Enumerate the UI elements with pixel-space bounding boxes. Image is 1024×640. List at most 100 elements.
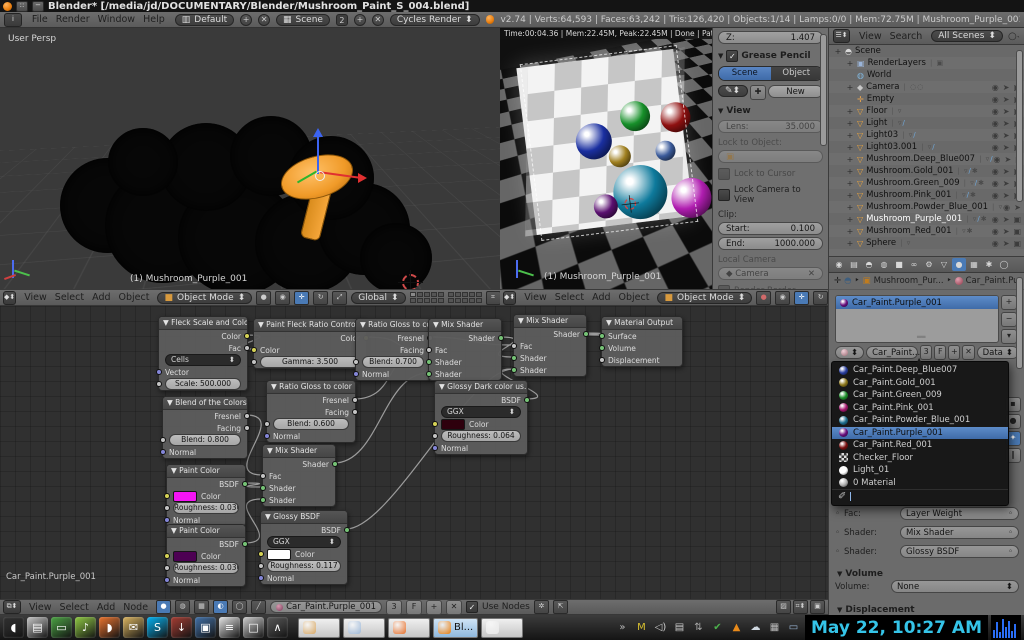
properties-tab-render-layers[interactable]: ▤: [847, 258, 861, 271]
launcher-screenshot[interactable]: ▣: [195, 617, 216, 638]
input-socket[interactable]: [432, 433, 438, 439]
input-socket[interactable]: [260, 485, 266, 491]
blender-window[interactable]: Bl...: [433, 618, 478, 638]
input-socket[interactable]: [599, 333, 605, 339]
outliner-item-mushroom.gold_001[interactable]: +▽Mushroom.Gold_001| ▿/✱◉➤▣: [829, 165, 1024, 177]
mushroom-mesh-blob[interactable]: [360, 223, 432, 289]
render-pivot-button[interactable]: ◉: [775, 291, 790, 305]
menu-node[interactable]: Node: [119, 602, 152, 613]
input-socket[interactable]: [251, 359, 257, 365]
node-fleck-scale-and-color[interactable]: ▼ Fleck Scale and ColorColorFacCells⬍Vec…: [158, 316, 248, 391]
menu-view[interactable]: View: [855, 31, 886, 42]
selectability-icon[interactable]: ➤: [1003, 143, 1010, 152]
visibility-icon[interactable]: ◉: [992, 239, 999, 248]
selectability-icon[interactable]: ➤: [1003, 227, 1010, 236]
snap-button[interactable]: ⌗: [486, 291, 501, 305]
material-unlink-button[interactable]: ✕: [962, 345, 974, 360]
volume-panel-header[interactable]: ▼Volume: [837, 569, 883, 579]
value-slider[interactable]: Roughness: 0.030: [173, 562, 239, 574]
visibility-icon[interactable]: ◉: [992, 107, 999, 116]
value-slider[interactable]: Blend: 0.800: [169, 434, 241, 446]
node-blend-of-the-colors[interactable]: ▼ Blend of the ColorsFresnelFacingBlend:…: [162, 396, 248, 459]
properties-tab-constraints[interactable]: ∞: [907, 258, 921, 271]
selectability-icon[interactable]: ➤: [1003, 119, 1010, 128]
layout-delete-button[interactable]: ✕: [258, 14, 270, 26]
input-socket[interactable]: [251, 347, 257, 353]
outliner-item-light[interactable]: +▽Light| ▿/◉➤▣: [829, 117, 1024, 129]
input-socket[interactable]: [426, 359, 432, 365]
node-mix-shader[interactable]: ▼ Mix ShaderShaderFacShaderShader: [428, 318, 502, 381]
dropdown-item-light_01[interactable]: Light_01: [832, 464, 1008, 477]
node-material-fake[interactable]: F: [406, 600, 422, 615]
material-add-button[interactable]: +: [948, 345, 960, 360]
input-socket[interactable]: [599, 357, 605, 363]
launcher-window-app[interactable]: □: [243, 617, 264, 638]
scene-users-count[interactable]: 2: [336, 14, 348, 26]
launcher-mail[interactable]: ✉: [123, 617, 144, 638]
node-arrange-button[interactable]: ⇱: [553, 600, 568, 614]
visibility-icon[interactable]: ◉: [992, 215, 999, 224]
menu-render[interactable]: Render: [52, 14, 94, 25]
color-swatch[interactable]: [267, 549, 291, 560]
outliner-item-mushroom_purple_001[interactable]: +▽Mushroom_Purple_001| ▿/✱◉➤▣: [829, 213, 1024, 225]
tray-weather[interactable]: ☁: [747, 619, 764, 636]
visibility-icon[interactable]: ◉: [992, 167, 999, 176]
firefox-window[interactable]: [388, 618, 430, 638]
menu-view[interactable]: View: [20, 292, 51, 303]
node-paint-fleck-ratio-control[interactable]: ▼ Paint Fleck Ratio ControlColorColorGam…: [253, 318, 367, 369]
input-socket[interactable]: [511, 343, 517, 349]
outliner-item-mushroom_red_001[interactable]: +▽Mushroom_Red_001| ▿✱◉➤▣: [829, 225, 1024, 237]
input-socket[interactable]: [164, 517, 170, 523]
manipulator-scale-button[interactable]: ⤢: [332, 291, 347, 305]
shader-type-lineart-button[interactable]: ▦: [194, 600, 209, 614]
image-viewer-window[interactable]: [298, 618, 340, 638]
menu-select[interactable]: Select: [51, 292, 88, 303]
node-paint-color[interactable]: ▼ Paint ColorBSDFColorRoughness: 0.030No…: [166, 464, 246, 527]
tray-vlc[interactable]: ▲: [728, 619, 745, 636]
tab-scene[interactable]: Scene: [719, 67, 771, 80]
node-editor[interactable]: ▼ Fleck Scale and ColorColorFacCells⬍Vec…: [0, 306, 828, 599]
document-window[interactable]: [481, 618, 523, 638]
node-shading-sphere[interactable]: ◯: [232, 600, 247, 614]
output-socket[interactable]: [242, 541, 248, 547]
visibility-icon[interactable]: ◉: [992, 95, 999, 104]
output-socket[interactable]: [244, 345, 250, 351]
taskbar-clock[interactable]: May 22, 10:27 AM: [805, 615, 988, 640]
input-socket[interactable]: [164, 493, 170, 499]
input-socket[interactable]: [599, 345, 605, 351]
menu-object[interactable]: Object: [615, 292, 654, 303]
visibility-icon[interactable]: ◉: [992, 227, 999, 236]
output-socket[interactable]: [524, 397, 530, 403]
screen-layout-field[interactable]: ▥Default: [175, 14, 234, 26]
selectability-icon[interactable]: ➤: [1014, 203, 1021, 212]
menu-add[interactable]: Add: [93, 602, 119, 613]
surface-select-1[interactable]: Mix Shader◦: [900, 526, 1019, 539]
selectability-icon[interactable]: ➤: [1003, 179, 1010, 188]
scene-field[interactable]: ▦Scene: [276, 14, 330, 26]
render-viewport-editor-icon[interactable]: ◆⬍: [503, 291, 516, 305]
node-paint-color[interactable]: ▼ Paint ColorBSDFColorRoughness: 0.030No…: [166, 524, 246, 587]
render-shading-button[interactable]: ●: [756, 291, 771, 305]
viewport-shading-button[interactable]: ●: [256, 291, 271, 305]
clip-start-slider[interactable]: Start:0.100: [718, 222, 823, 235]
dropdown-item-car_paint.gold_001[interactable]: Car_Paint.Gold_001: [832, 377, 1008, 390]
material-fake-user-button[interactable]: F: [934, 345, 946, 360]
node-enum-menu[interactable]: GGX⬍: [441, 406, 521, 418]
visibility-icon[interactable]: ◉: [994, 155, 1001, 164]
renderability-icon[interactable]: ▣: [1013, 215, 1021, 224]
node-editor-icon[interactable]: ⧉⬍: [3, 600, 21, 614]
node-mix-shader[interactable]: ▼ Mix ShaderShaderFacShaderShader: [513, 314, 587, 377]
menu-view[interactable]: View: [25, 602, 56, 613]
transform-orientation-select[interactable]: Global⬍: [351, 292, 405, 304]
outliner-item-light03[interactable]: +▽Light03| ▿/◉➤▣: [829, 129, 1024, 141]
value-slider[interactable]: Gamma: 3.500: [260, 356, 360, 368]
view-panel-header[interactable]: ▼View: [718, 106, 823, 116]
n-panel-scrollbar[interactable]: [820, 34, 827, 146]
grease-pencil-new-button[interactable]: New: [768, 85, 823, 98]
selectability-icon[interactable]: ➤: [1003, 83, 1010, 92]
outliner-editor-icon[interactable]: ☰⬍: [833, 29, 850, 43]
properties-tab-texture[interactable]: ▦: [967, 258, 981, 271]
dropdown-item-car_paint.green_009[interactable]: Car_Paint.Green_009: [832, 389, 1008, 402]
outliner-item-mushroom.deep_blue007[interactable]: +▽Mushroom.Deep_Blue007| ▿/◉➤▣: [829, 153, 1024, 165]
menu-add[interactable]: Add: [88, 292, 114, 303]
